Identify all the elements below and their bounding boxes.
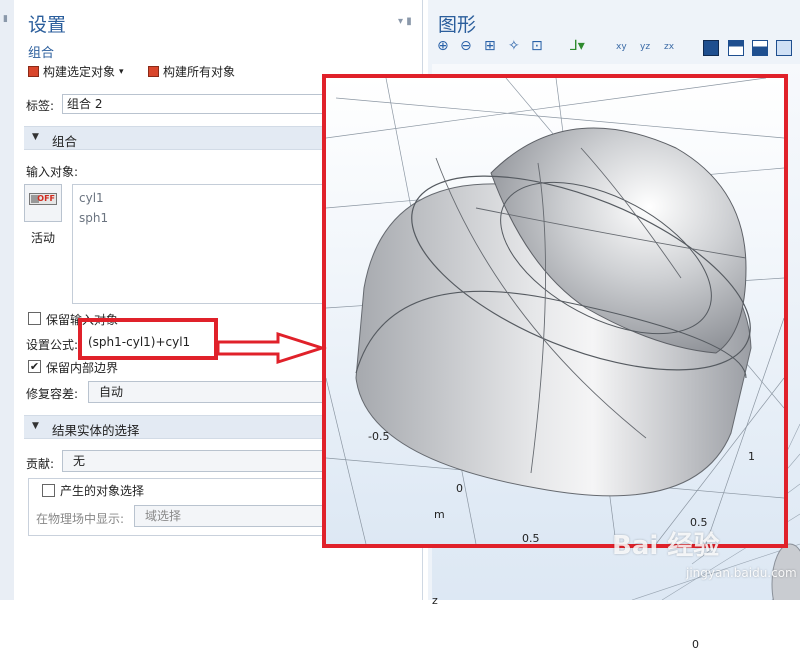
view-xy-icon[interactable]: xy xyxy=(616,42,627,52)
render-icon[interactable] xyxy=(703,40,719,56)
axes-icon[interactable]: ⅃▾ xyxy=(570,38,585,54)
watermark-brand: Bai 经验 xyxy=(612,531,720,561)
keep-inner-checkbox[interactable]: ✔ xyxy=(28,360,41,373)
repair-caption: 修复容差: xyxy=(26,387,79,401)
zoom-box-icon[interactable]: ⊞ xyxy=(484,38,496,54)
zoom-out-icon[interactable]: ⊖ xyxy=(460,38,472,54)
axis-label: 0 xyxy=(456,482,463,495)
collapse-triangle-icon: ▼ xyxy=(32,421,39,431)
result-selection-label: 产生的对象选择 xyxy=(60,484,145,498)
axis-label: z xyxy=(432,594,438,607)
contribute-caption: 贡献: xyxy=(26,457,55,471)
graphics-title: 图形 xyxy=(438,14,477,36)
keep-inner-label: 保留内部边界 xyxy=(46,361,119,375)
pin-icon[interactable]: ▮ xyxy=(3,14,8,24)
zoomed-geometry-view xyxy=(326,78,784,544)
build-selected-button[interactable]: 构建选定对象 ▾ xyxy=(28,63,124,80)
build-selected-icon xyxy=(28,66,39,77)
input-objects-caption: 输入对象: xyxy=(26,165,79,179)
panel-pin-icon[interactable]: ▾ ▮ xyxy=(398,16,412,27)
formula-caption: 设置公式: xyxy=(26,338,79,352)
build-all-label: 构建所有对象 xyxy=(163,65,236,79)
active-toggle-button[interactable]: OFF xyxy=(24,184,62,222)
axis-label: -0.5 xyxy=(368,430,390,443)
axis-label: 1 xyxy=(748,450,755,463)
label-caption: 标签: xyxy=(26,99,55,113)
transparency-icon[interactable] xyxy=(752,40,768,56)
zoom-extents-icon[interactable]: ⊡ xyxy=(531,38,543,54)
zoom-in-icon[interactable]: ⊕ xyxy=(437,38,449,54)
build-all-button[interactable]: 构建所有对象 xyxy=(148,63,235,80)
section-combine-label: 组合 xyxy=(52,134,78,149)
list-item[interactable]: cyl1 xyxy=(79,191,104,205)
keep-input-checkbox[interactable] xyxy=(28,312,41,325)
left-dock-strip: ▮ xyxy=(0,0,15,600)
view-yz-icon[interactable]: yz xyxy=(640,42,650,52)
section-result-label: 结果实体的选择 xyxy=(52,423,140,438)
result-selection-checkbox[interactable] xyxy=(42,484,55,497)
hide-icon[interactable] xyxy=(776,40,792,56)
settings-subtitle: 组合 xyxy=(28,46,55,61)
view-zx-icon[interactable]: zx xyxy=(664,42,674,52)
callout-arrow-icon xyxy=(216,331,327,365)
axis-label: 0 xyxy=(692,638,699,651)
watermark-url: jingyan.baidu.com xyxy=(686,566,797,580)
build-selected-label: 构建选定对象 xyxy=(43,65,116,79)
settings-title: 设置 xyxy=(28,14,67,36)
build-all-icon xyxy=(148,66,159,77)
chevron-down-icon[interactable]: ▾ xyxy=(119,67,124,77)
wireframe-icon[interactable] xyxy=(728,40,744,56)
list-item[interactable]: sph1 xyxy=(79,211,108,225)
zoomed-geometry-callout: -0.5 0 m 0.5 1 0.5 xyxy=(322,74,788,548)
active-label: 活动 xyxy=(31,231,56,245)
zoom-selected-icon[interactable]: ✧ xyxy=(508,38,520,54)
collapse-triangle-icon: ▼ xyxy=(32,132,39,142)
axis-label: 0.5 xyxy=(522,532,540,545)
axis-label: m xyxy=(434,508,445,521)
off-switch-icon: OFF xyxy=(29,193,57,205)
physics-caption: 在物理场中显示: xyxy=(36,512,125,526)
formula-callout-box xyxy=(78,318,218,360)
